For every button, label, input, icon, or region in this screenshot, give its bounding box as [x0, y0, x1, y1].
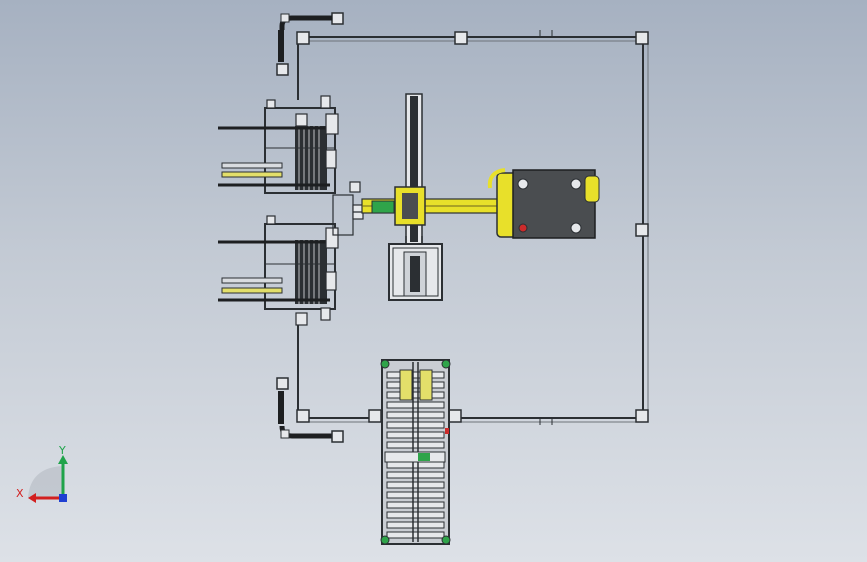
conveyor-roller	[386, 521, 445, 529]
cad-viewport[interactable]: Y X	[0, 0, 867, 562]
conveyor-roller	[386, 471, 445, 479]
triad-x-label: X	[16, 487, 24, 500]
conveyor-roller	[386, 511, 445, 519]
conveyor-roller	[386, 431, 445, 439]
conveyor-roller	[386, 481, 445, 489]
conveyor-roller	[386, 381, 445, 389]
robot-arm[interactable]	[361, 93, 503, 245]
fence-post	[448, 409, 462, 423]
fence-door-bottom[interactable]	[276, 377, 344, 443]
assembly-drawing[interactable]: Y X	[0, 0, 867, 562]
fence-post	[296, 31, 310, 45]
triad-z-origin	[59, 494, 67, 502]
fence-post	[296, 409, 310, 423]
fence-post	[454, 31, 468, 45]
fence-post	[368, 409, 382, 423]
fence-post	[635, 31, 649, 45]
fence-door-top[interactable]	[276, 12, 344, 76]
conveyor-roller	[386, 531, 445, 539]
roller-conveyor[interactable]	[380, 359, 451, 545]
fence-post	[635, 409, 649, 423]
conveyor-roller	[386, 411, 445, 419]
part-rack-top[interactable]	[218, 95, 339, 194]
conveyor-roller	[386, 401, 445, 409]
conveyor-roller	[386, 391, 445, 399]
conveyor-roller	[386, 501, 445, 509]
conveyor-roller	[386, 491, 445, 499]
gripper-stand[interactable]	[388, 236, 443, 301]
fence-post	[635, 223, 649, 237]
axis-triad: Y X	[16, 444, 68, 503]
conveyor-roller	[386, 461, 445, 469]
triad-y-label: Y	[58, 444, 66, 457]
conveyor-roller	[386, 441, 445, 449]
robot-base[interactable]	[487, 168, 600, 239]
part-rack-bottom[interactable]	[218, 215, 339, 326]
conveyor-roller	[386, 421, 445, 429]
conveyor-roller	[386, 371, 445, 379]
